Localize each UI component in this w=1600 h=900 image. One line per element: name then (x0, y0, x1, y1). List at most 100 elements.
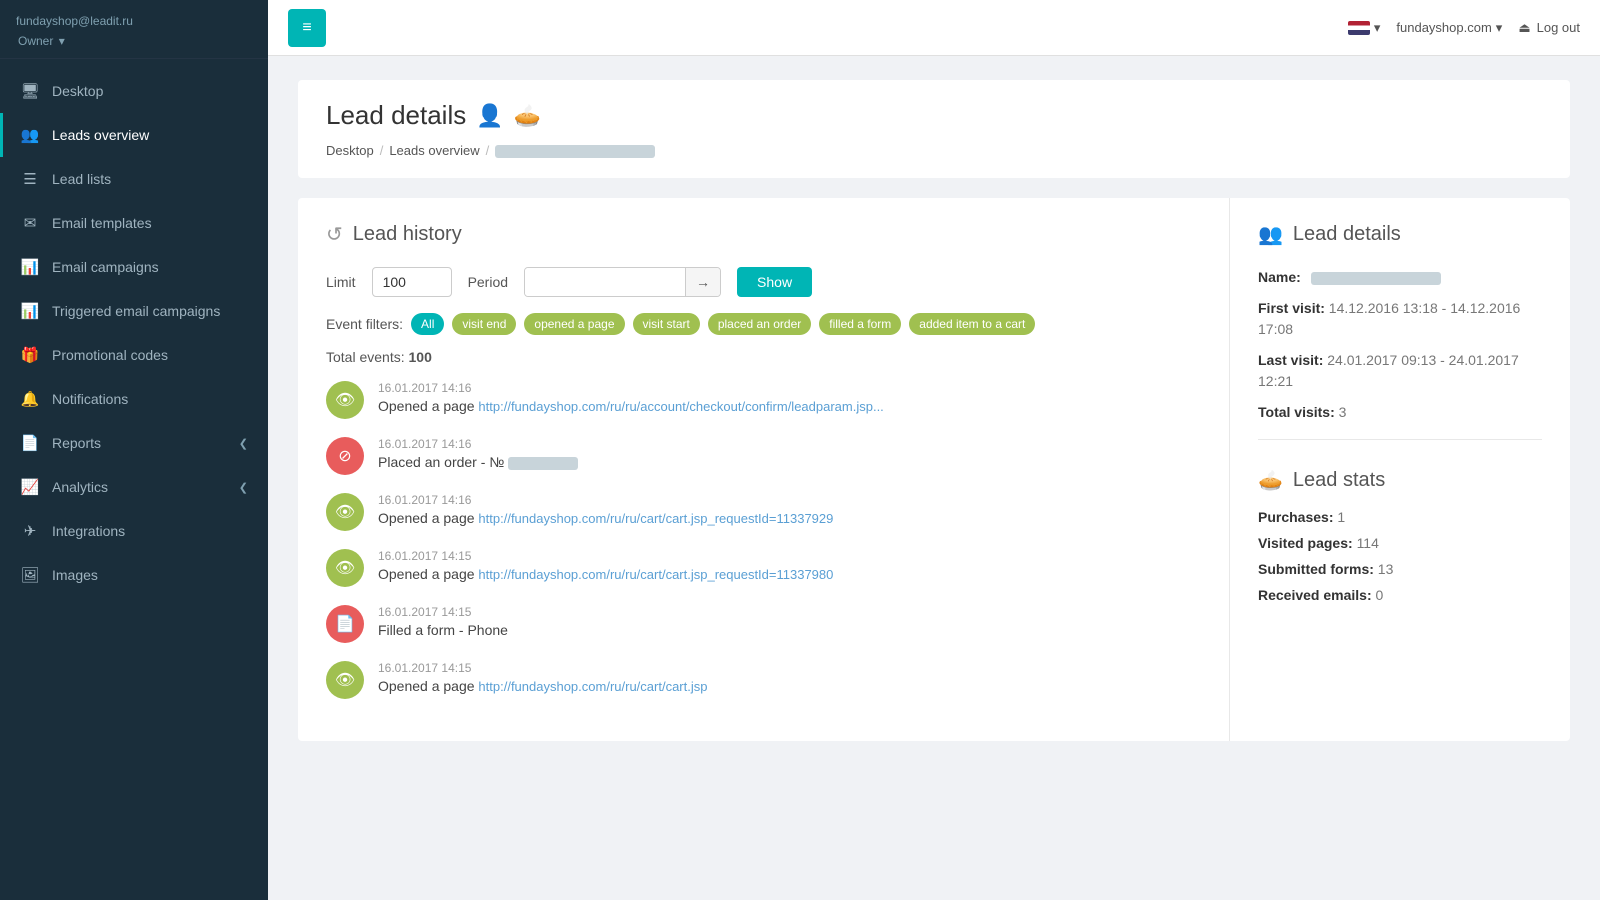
event-link-2[interactable]: http://fundayshop.com/ru/ru/cart/cart.js… (478, 511, 833, 526)
limit-input[interactable] (372, 267, 452, 297)
hamburger-icon: ≡ (302, 19, 311, 37)
event-time-3: 16.01.2017 14:15 (378, 549, 1197, 563)
chevron-icon-reports: ❮ (239, 437, 248, 450)
sidebar-icon-notifications: 🔔 (20, 389, 40, 409)
limit-label: Limit (326, 274, 356, 290)
filter-tag-visit-end[interactable]: visit end (452, 313, 516, 335)
sidebar-label-email-templates: Email templates (52, 215, 248, 231)
filter-tag-visit-start[interactable]: visit start (633, 313, 700, 335)
sidebar-item-leads-overview[interactable]: 👥 Leads overview (0, 113, 268, 157)
event-content-5: 16.01.2017 14:15 Opened a page http://fu… (378, 661, 1197, 694)
filter-tag-filled-form[interactable]: filled a form (819, 313, 901, 335)
event-filters-row: Event filters: All visit end opened a pa… (326, 313, 1201, 335)
language-selector[interactable]: ▾ (1348, 20, 1381, 36)
breadcrumb-section[interactable]: Leads overview (389, 143, 479, 158)
total-visits-label: Total visits: (1258, 404, 1335, 420)
event-description-3: Opened a page http://fundayshop.com/ru/r… (378, 566, 1197, 582)
event-desc-0: Opened a page (378, 398, 475, 414)
chart-pie-icon: 🥧 (514, 103, 541, 129)
filter-tag-opened-page[interactable]: opened a page (524, 313, 624, 335)
event-time-5: 16.01.2017 14:15 (378, 661, 1197, 675)
purchases-label: Purchases: (1258, 509, 1333, 525)
sidebar-item-analytics[interactable]: 📈 Analytics ❮ (0, 465, 268, 509)
person-icon: 👤 (476, 103, 503, 129)
flag-icon (1348, 21, 1370, 35)
lead-stats-title: 🥧 Lead stats (1258, 468, 1542, 493)
period-arrow-icon[interactable]: → (685, 268, 720, 296)
topnav-right: ▾ fundayshop.com ▾ ⏏ Log out (1348, 20, 1580, 36)
stats-icon: 🥧 (1258, 468, 1283, 493)
event-time-0: 16.01.2017 14:16 (378, 381, 1197, 395)
event-content-2: 16.01.2017 14:16 Opened a page http://fu… (378, 493, 1197, 526)
event-description-2: Opened a page http://fundayshop.com/ru/r… (378, 510, 1197, 526)
period-input[interactable] (525, 268, 685, 296)
event-icon-0: 👁 (326, 381, 364, 419)
stat-received-emails-row: Received emails: 0 (1258, 587, 1542, 603)
sidebar-label-lead-lists: Lead lists (52, 171, 248, 187)
sidebar-role[interactable]: Owner ▾ (16, 34, 65, 48)
event-item-3: 👁 16.01.2017 14:15 Opened a page http://… (326, 549, 1197, 587)
history-icon: ↺ (326, 222, 343, 247)
detail-total-visits-row: Total visits: 3 (1258, 402, 1542, 423)
hamburger-button[interactable]: ≡ (288, 9, 326, 47)
lead-details-icon: 👥 (1258, 222, 1283, 247)
name-blurred-value (1311, 272, 1441, 285)
event-link-0[interactable]: http://fundayshop.com/ru/ru/account/chec… (478, 399, 883, 414)
event-item-4: 📄 16.01.2017 14:15 Filled a form - Phone (326, 605, 1197, 643)
logout-button[interactable]: ⏏ Log out (1518, 20, 1580, 36)
sidebar-icon-images: 🖼 (20, 565, 40, 585)
show-button[interactable]: Show (737, 267, 812, 297)
sidebar-icon-integrations: ✈ (20, 521, 40, 541)
event-icon-3: 👁 (326, 549, 364, 587)
sidebar-icon-triggered-email-campaigns: 📊 (20, 301, 40, 321)
lead-history-label: Lead history (353, 223, 462, 246)
detail-first-visit-row: First visit: 14.12.2016 13:18 - 14.12.20… (1258, 298, 1542, 340)
stat-purchases-row: Purchases: 1 (1258, 509, 1542, 525)
sidebar-label-promotional-codes: Promotional codes (52, 347, 248, 363)
detail-name-row: Name: (1258, 267, 1542, 288)
lead-details-label: Lead details (1293, 223, 1401, 246)
sidebar-item-promotional-codes[interactable]: 🎁 Promotional codes (0, 333, 268, 377)
sidebar-item-email-campaigns[interactable]: 📊 Email campaigns (0, 245, 268, 289)
sidebar-item-notifications[interactable]: 🔔 Notifications (0, 377, 268, 421)
sidebar-label-desktop: Desktop (52, 83, 248, 99)
sidebar-icon-email-templates: ✉ (20, 213, 40, 233)
event-link-3[interactable]: http://fundayshop.com/ru/ru/cart/cart.js… (478, 567, 833, 582)
event-content-4: 16.01.2017 14:15 Filled a form - Phone (378, 605, 1197, 638)
sidebar-item-reports[interactable]: 📄 Reports ❮ (0, 421, 268, 465)
purchases-value: 1 (1337, 509, 1345, 525)
logout-icon: ⏏ (1518, 20, 1530, 36)
visited-pages-label: Visited pages: (1258, 535, 1353, 551)
sidebar-item-integrations[interactable]: ✈ Integrations (0, 509, 268, 553)
filter-tag-placed-order[interactable]: placed an order (708, 313, 811, 335)
lead-history-panel: ↺ Lead history Limit Period → Show E (298, 198, 1230, 741)
total-events: Total events: 100 (326, 349, 1201, 365)
last-visit-label: Last visit: (1258, 352, 1323, 368)
breadcrumb-home[interactable]: Desktop (326, 143, 374, 158)
sidebar-item-triggered-email-campaigns[interactable]: 📊 Triggered email campaigns (0, 289, 268, 333)
user-dropdown[interactable]: fundayshop.com ▾ (1396, 20, 1502, 36)
sidebar-item-lead-lists[interactable]: ☰ Lead lists (0, 157, 268, 201)
event-filters-label: Event filters: (326, 316, 403, 332)
event-content-3: 16.01.2017 14:15 Opened a page http://fu… (378, 549, 1197, 582)
sidebar-item-images[interactable]: 🖼 Images (0, 553, 268, 597)
topnav: ≡ ▾ fundayshop.com ▾ ⏏ Log out (268, 0, 1600, 56)
filter-tag-added-cart[interactable]: added item to a cart (909, 313, 1035, 335)
sidebar-item-email-templates[interactable]: ✉ Email templates (0, 201, 268, 245)
sidebar-label-notifications: Notifications (52, 391, 248, 407)
event-icon-4: 📄 (326, 605, 364, 643)
sidebar-user-email: fundayshop@leadit.ru (16, 14, 252, 28)
event-desc-2: Opened a page (378, 510, 475, 526)
total-events-count: 100 (409, 349, 432, 365)
events-list: 👁 16.01.2017 14:16 Opened a page http://… (326, 381, 1201, 717)
sidebar-icon-desktop: 🖥 (20, 81, 40, 101)
event-desc-5: Opened a page (378, 678, 475, 694)
sidebar-icon-analytics: 📈 (20, 477, 40, 497)
filter-tag-all[interactable]: All (411, 313, 444, 335)
event-link-5[interactable]: http://fundayshop.com/ru/ru/cart/cart.js… (478, 679, 707, 694)
flag-chevron: ▾ (1374, 20, 1381, 36)
sidebar-label-analytics: Analytics (52, 479, 239, 495)
sidebar-item-desktop[interactable]: 🖥 Desktop (0, 69, 268, 113)
chevron-icon-analytics: ❮ (239, 481, 248, 494)
sidebar-icon-promotional-codes: 🎁 (20, 345, 40, 365)
